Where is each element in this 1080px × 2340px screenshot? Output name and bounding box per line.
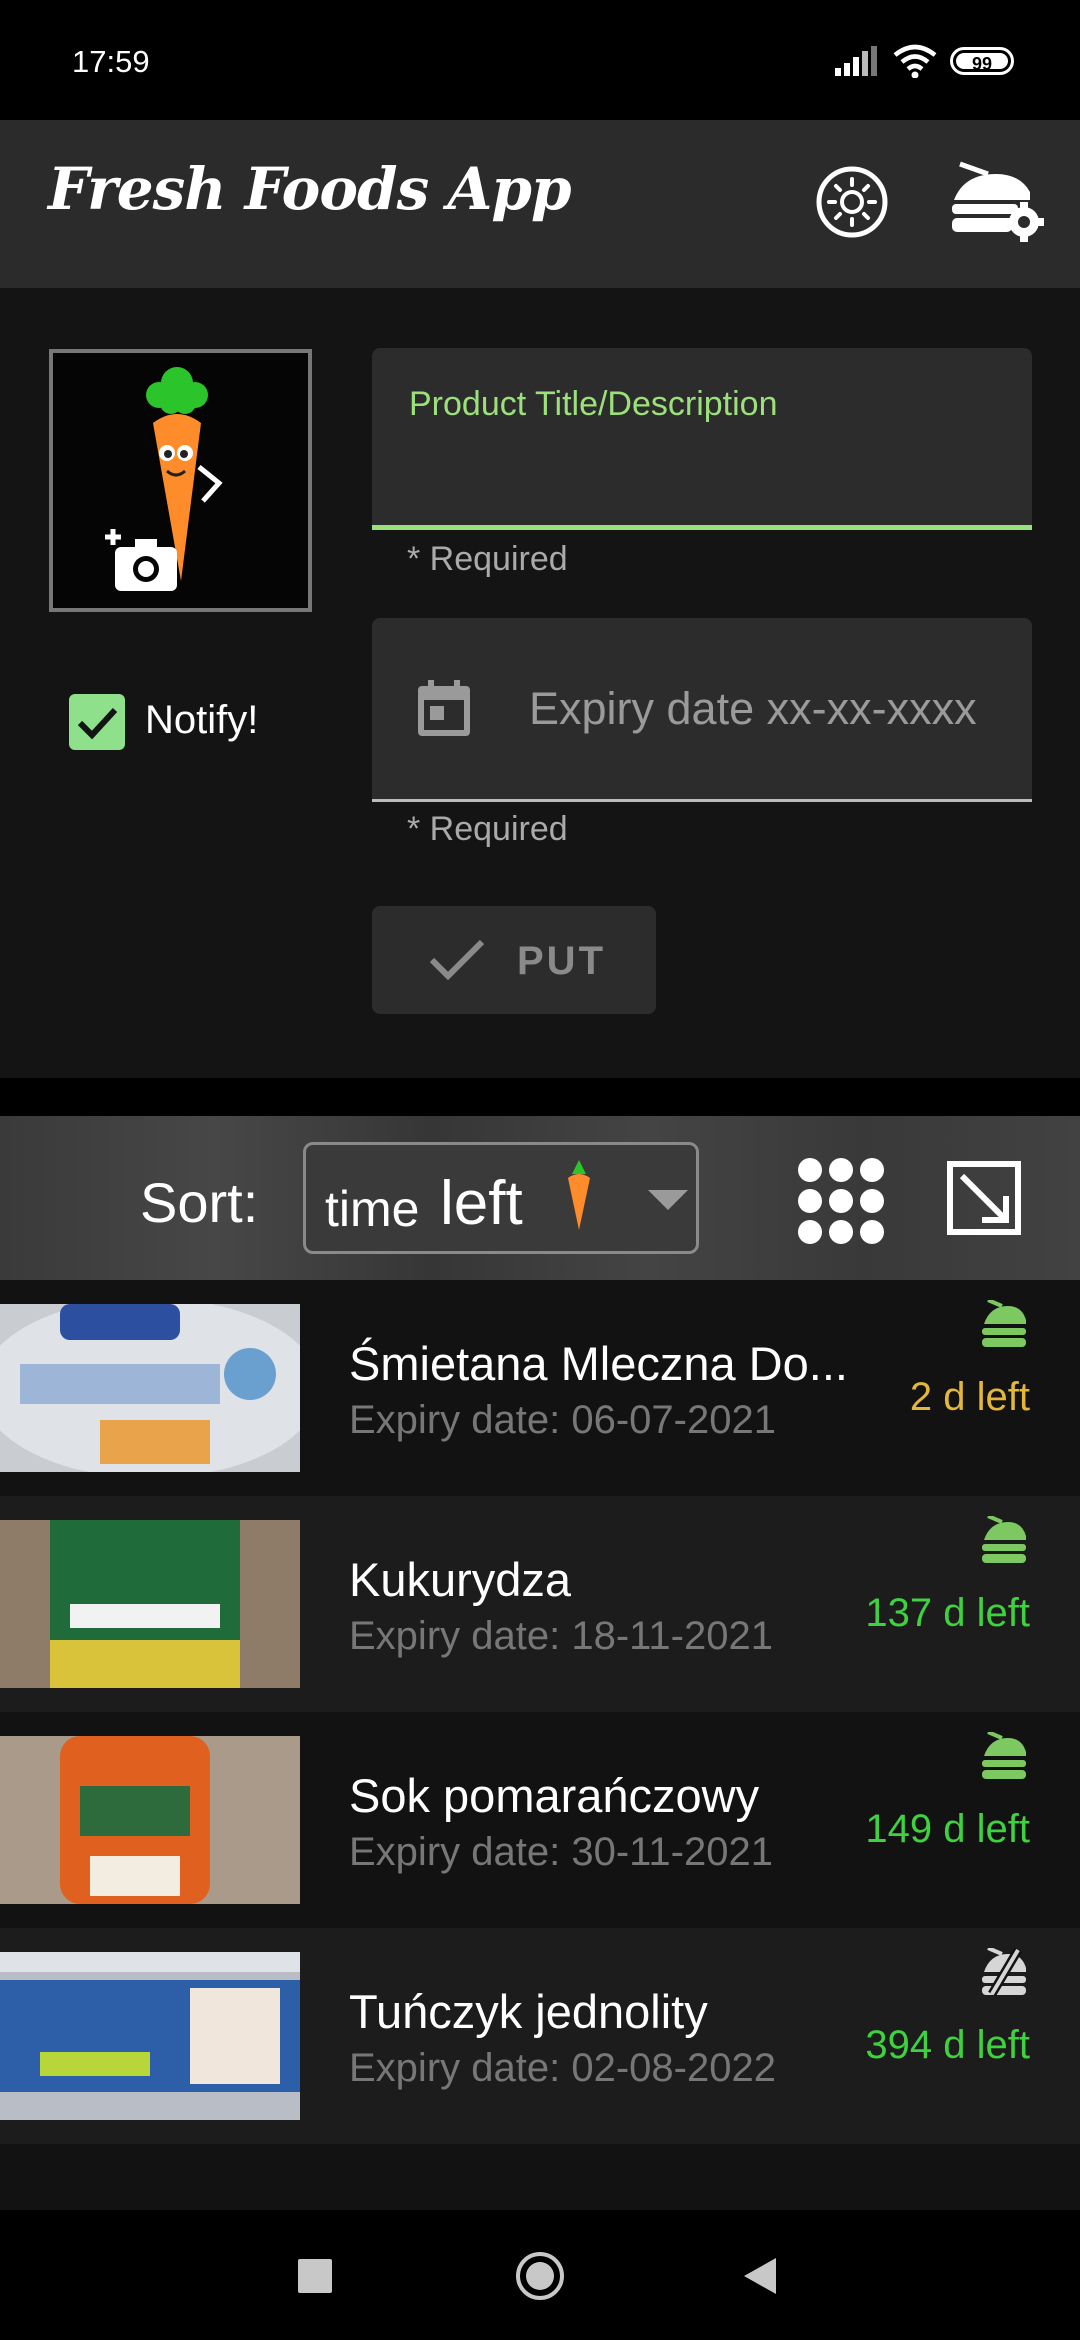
sort-selected-value: time — [325, 1181, 420, 1237]
home-button[interactable] — [514, 2250, 566, 2302]
battery-icon: 99 — [950, 47, 1014, 75]
product-name: Tuńczyk jednolity — [349, 1985, 708, 2038]
product-title-field[interactable] — [372, 348, 1032, 530]
back-button[interactable] — [742, 2256, 778, 2296]
sun-brightness-icon — [816, 166, 888, 238]
wifi-icon — [893, 44, 937, 78]
product-thumbnail — [0, 1952, 300, 2120]
add-photo-icon — [105, 529, 177, 591]
list-item[interactable]: Sok pomarańczowy Expiry date: 30-11-2021… — [0, 1712, 1080, 1928]
theme-toggle-button[interactable] — [814, 164, 890, 240]
expand-collapse-button[interactable] — [944, 1158, 1024, 1238]
list-item[interactable]: Tuńczyk jednolity Expiry date: 02-08-202… — [0, 1928, 1080, 2144]
product-name: Śmietana Mleczna Do... — [349, 1337, 848, 1390]
settings-button[interactable] — [948, 160, 1048, 244]
days-left-label: 149 d left — [865, 1807, 1030, 1851]
sort-selected-value: left — [440, 1169, 523, 1238]
notify-label: Notify! — [145, 698, 259, 742]
product-expiry-date: Expiry date: 30-11-2021 — [349, 1830, 773, 1874]
days-left-label: 394 d left — [865, 2023, 1030, 2067]
battery-level: 99 — [971, 54, 993, 74]
product-expiry-date: Expiry date: 18-11-2021 — [349, 1614, 773, 1658]
app-title: Fresh Foods App — [48, 155, 572, 223]
notify-checkbox[interactable] — [69, 694, 125, 750]
check-icon — [429, 939, 485, 981]
product-list: Śmietana Mleczna Do... Expiry date: 06-0… — [0, 1280, 1080, 2210]
expand-icon — [947, 1161, 1021, 1235]
section-divider — [0, 1078, 1080, 1116]
product-name: Kukurydza — [349, 1553, 572, 1606]
recent-apps-button[interactable] — [298, 2259, 332, 2293]
grid-icon — [798, 1158, 884, 1244]
date-required-hint: * Required — [407, 810, 568, 848]
status-time: 17:59 — [72, 44, 150, 79]
days-left-label: 2 d left — [909, 1375, 1030, 1419]
carrot-icon — [568, 1160, 590, 1230]
grid-view-button[interactable] — [796, 1156, 886, 1246]
signal-icon — [835, 46, 877, 76]
sort-label: Sort: — [140, 1171, 259, 1234]
days-left-label: 137 d left — [865, 1591, 1030, 1635]
product-expiry-date: Expiry date: 06-07-2021 — [349, 1398, 776, 1442]
product-title-label: Product Title/Description — [409, 385, 778, 423]
list-item[interactable]: Kukurydza Expiry date: 18-11-2021 137 d … — [0, 1496, 1080, 1712]
food-settings-icon — [952, 161, 1044, 242]
product-expiry-date: Expiry date: 02-08-2022 — [349, 2046, 776, 2090]
notify-off-icon[interactable] — [978, 1948, 1030, 1996]
list-item[interactable]: Śmietana Mleczna Do... Expiry date: 06-0… — [0, 1280, 1080, 1496]
put-button[interactable] — [372, 906, 656, 1014]
notify-on-icon[interactable] — [978, 1516, 1030, 1564]
notify-on-icon[interactable] — [978, 1732, 1030, 1780]
product-thumbnail — [0, 1520, 300, 1688]
expiry-date-placeholder: Expiry date xx-xx-xxxx — [529, 683, 977, 734]
title-required-hint: * Required — [407, 540, 568, 578]
product-photo-button[interactable] — [49, 349, 312, 612]
notify-on-icon[interactable] — [978, 1300, 1030, 1348]
product-thumbnail — [0, 1304, 300, 1472]
product-thumbnail — [0, 1736, 300, 1904]
chevron-down-icon — [648, 1190, 688, 1210]
check-icon — [77, 707, 118, 740]
put-button-label: PUT — [517, 939, 606, 983]
product-name: Sok pomarańczowy — [349, 1769, 760, 1822]
calendar-icon — [418, 680, 470, 736]
